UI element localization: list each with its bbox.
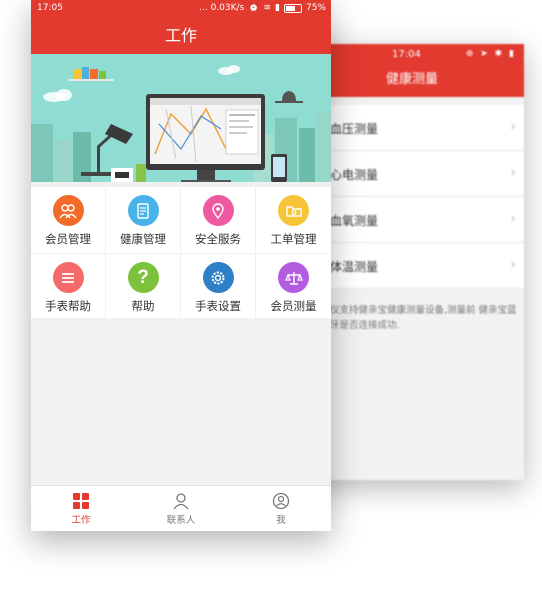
status-time: 17:05 — [37, 3, 63, 13]
measurement-list: 血压测量 › 心电测量 › 血氧测量 › 体温测量 › — [300, 105, 524, 289]
list-item[interactable]: 血氧测量 › — [300, 197, 524, 243]
contacts-icon — [173, 492, 189, 509]
list-item[interactable]: 体温测量 › — [300, 243, 524, 289]
list-item[interactable]: 血压测量 › — [300, 105, 524, 151]
measurement-note: 仪支持健亲宝健康测量设备,测量前 健亲宝蓝牙是否连接成功. — [330, 305, 517, 331]
settings-gear-icon — [202, 262, 234, 293]
menu-item-watch-help[interactable]: 手表帮助 — [31, 254, 106, 319]
menu-item-work-order[interactable]: 工单管理 — [256, 187, 331, 254]
chevron-right-icon: › — [510, 257, 516, 273]
list-item[interactable]: 心电测量 › — [300, 151, 524, 197]
feature-grid: 会员管理 健康管理 安全服务 工单管理 手表帮助 ? 帮助 手表设置 会员测量 — [31, 187, 331, 319]
menu-item-watch-settings[interactable]: 手表设置 — [181, 254, 256, 319]
tab-label: 工作 — [71, 514, 91, 526]
chevron-right-icon: › — [510, 119, 516, 135]
list-item-label: 血压测量 — [330, 122, 379, 136]
menu-item-help[interactable]: ? 帮助 — [106, 254, 181, 319]
back-status-time: 17:04 — [392, 49, 421, 60]
question-icon: ? — [127, 262, 159, 293]
menu-item-label: 帮助 — [131, 299, 155, 313]
bottom-tab-bar: 工作 联系人 我 — [31, 485, 331, 531]
grid-icon — [73, 492, 89, 509]
menu-item-label: 会员测量 — [270, 299, 317, 313]
battery-icon — [283, 3, 302, 13]
menu-item-safety-service[interactable]: 安全服务 — [181, 187, 256, 254]
menu-item-member-management[interactable]: 会员管理 — [31, 187, 106, 254]
network-speed: ... 0.03K/s — [199, 3, 245, 13]
chevron-right-icon: › — [510, 165, 516, 181]
tab-me[interactable]: 我 — [231, 486, 331, 531]
menu-item-health-management[interactable]: 健康管理 — [106, 187, 181, 254]
alarm-icon: ⏰ — [248, 3, 260, 13]
page-title: 工作 — [31, 17, 331, 54]
tab-label: 我 — [276, 514, 286, 526]
status-bar: 17:05 ... 0.03K/s ⏰ ≋ ▮ 75% — [31, 0, 331, 17]
menu-item-label: 健康管理 — [120, 232, 166, 246]
health-doc-icon — [127, 195, 159, 226]
profile-icon — [272, 492, 290, 509]
list-item-label: 体温测量 — [330, 260, 379, 274]
list-icon — [52, 262, 84, 293]
list-item-label: 心电测量 — [330, 168, 379, 182]
back-status-bar: 17:04 ⊕ ➤ ✱ ▮ — [300, 44, 524, 66]
menu-item-member-measurement[interactable]: 会员测量 — [256, 254, 331, 319]
menu-item-label: 手表设置 — [195, 299, 241, 313]
menu-item-label: 手表帮助 — [45, 299, 91, 313]
list-item-label: 血氧测量 — [330, 214, 379, 228]
scale-icon — [278, 262, 309, 293]
signal-icon: ▮ — [275, 3, 280, 13]
back-status-icons: ⊕ ➤ ✱ ▮ — [465, 49, 516, 59]
menu-item-label: 安全服务 — [195, 232, 241, 246]
tab-contacts[interactable]: 联系人 — [131, 486, 231, 531]
back-title: 健康测量 — [300, 66, 524, 97]
wifi-icon: ≋ — [263, 3, 272, 13]
chevron-right-icon: › — [510, 211, 516, 227]
menu-item-label: 会员管理 — [45, 232, 91, 246]
tab-label: 联系人 — [166, 514, 196, 526]
menu-item-label: 工单管理 — [270, 232, 317, 246]
battery-percent: 75% — [305, 3, 326, 13]
banner-illustration — [31, 54, 331, 187]
folder-icon — [278, 195, 309, 226]
main-phone-screen: 17:05 ... 0.03K/s ⏰ ≋ ▮ 75% 工作 会员管理 健康管理… — [31, 0, 331, 531]
tab-work[interactable]: 工作 — [31, 486, 131, 531]
members-icon — [52, 195, 84, 226]
background-phone-screen: 17:04 ⊕ ➤ ✱ ▮ 健康测量 血压测量 › 心电测量 › 血氧测量 › 体温测… — [300, 44, 524, 480]
location-pin-icon — [202, 195, 234, 226]
status-right: ... 0.03K/s ⏰ ≋ ▮ 75% — [199, 3, 326, 13]
